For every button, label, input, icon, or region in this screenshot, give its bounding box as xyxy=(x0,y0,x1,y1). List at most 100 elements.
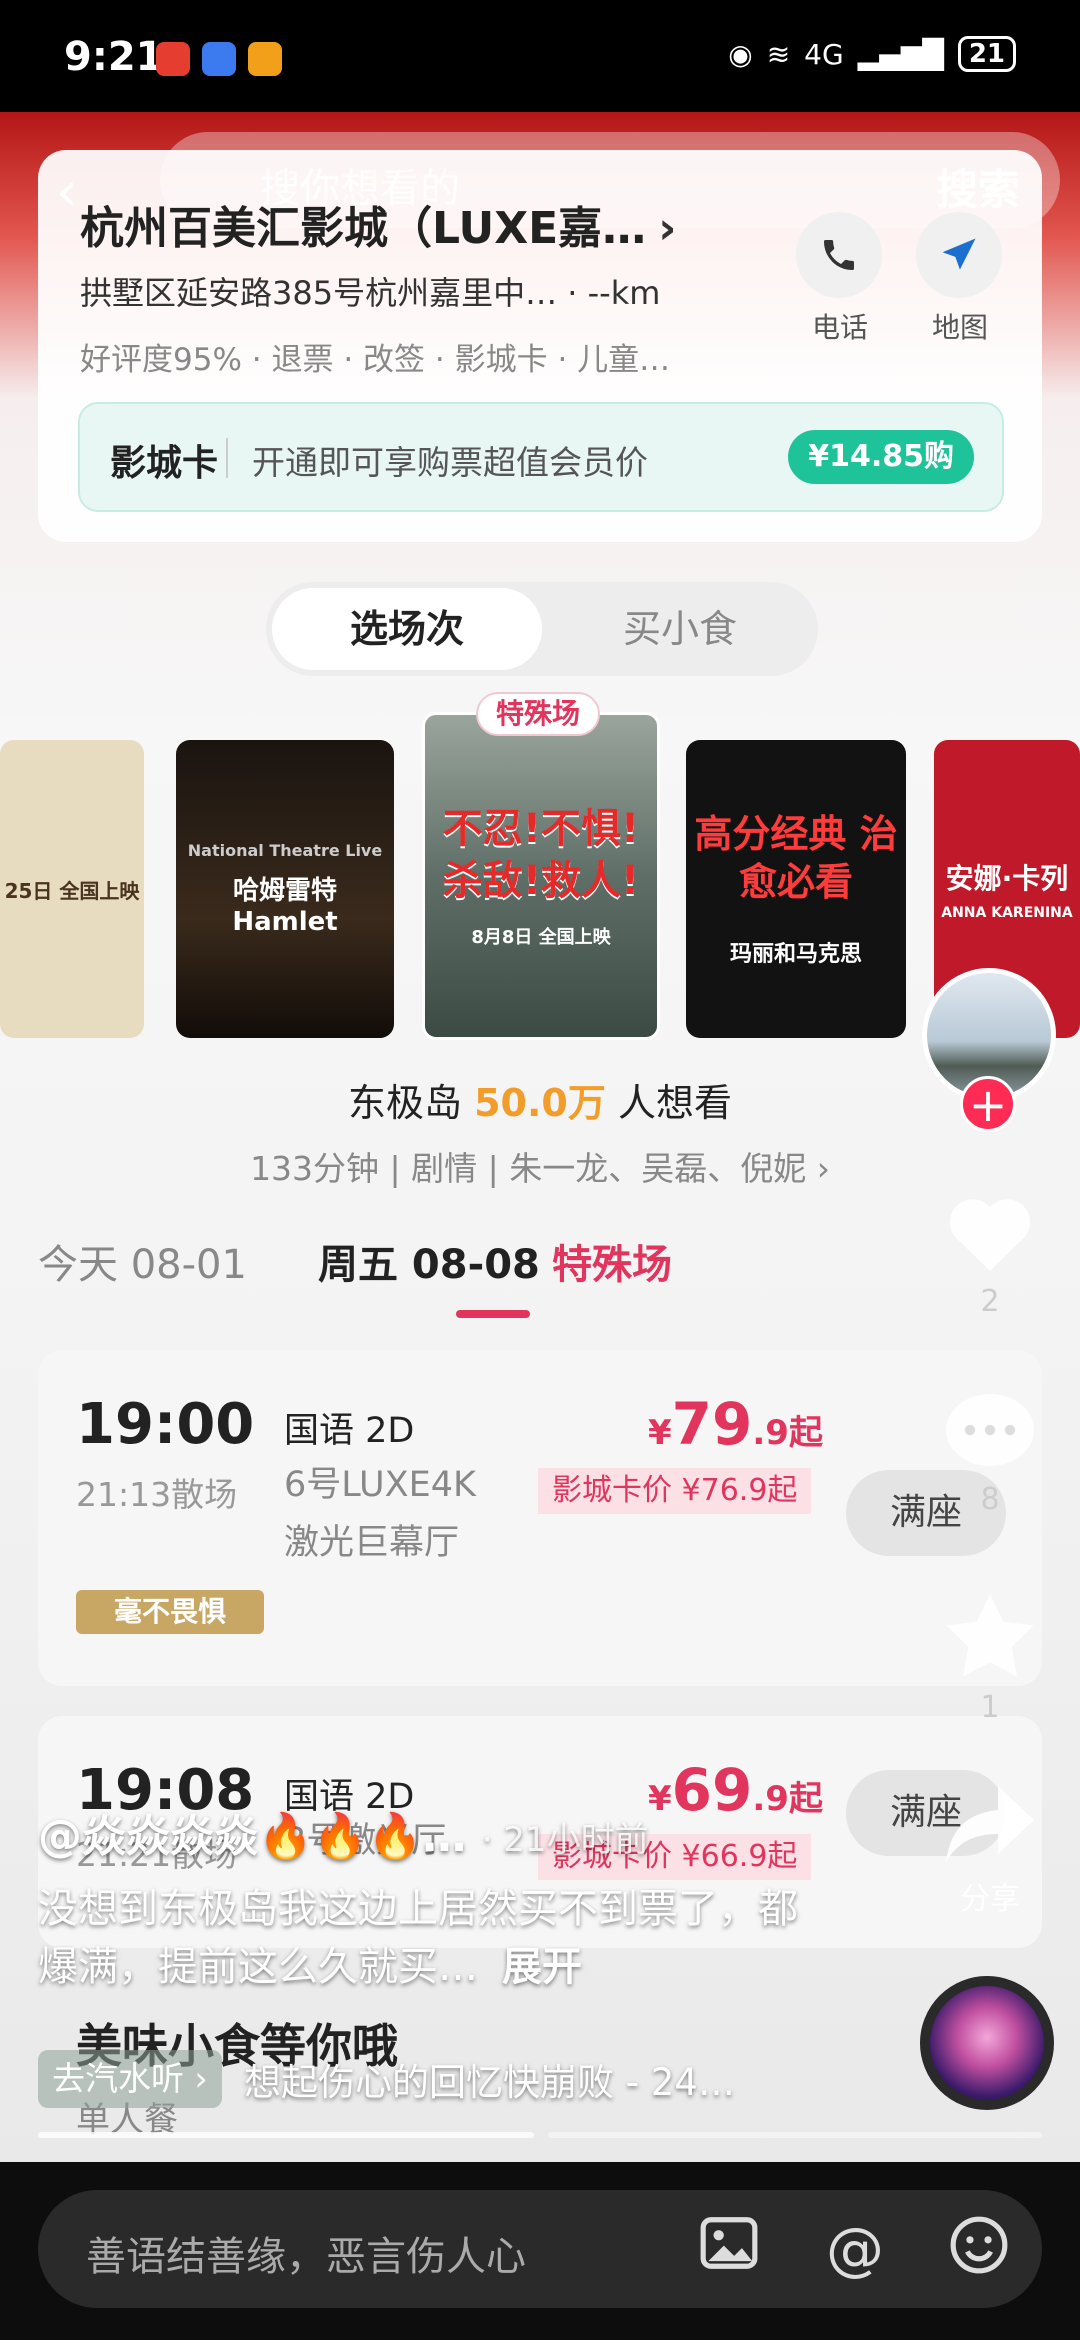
tab-select-show[interactable]: 选场次 xyxy=(272,588,542,670)
want-suffix: 人想看 xyxy=(617,1081,732,1125)
emoji-icon[interactable] xyxy=(944,2214,1014,2284)
special-badge: 特殊场 xyxy=(476,692,600,736)
post-time: · 21小时前 xyxy=(481,1820,649,1860)
poster-sub: 8月8日 全国上映 xyxy=(471,927,611,948)
follow-button[interactable]: + xyxy=(960,1076,1016,1132)
screen: 9:21 ◉ ≋ 4G ▂▄▆█ 21 ‹ 搜你想看的 搜索 杭州百美汇影城（L… xyxy=(0,0,1080,2340)
cinema-name-link[interactable]: 杭州百美汇影城（LUXE嘉… › xyxy=(80,192,676,256)
showtime-hall: 6号LUXE4K xyxy=(284,1465,476,1505)
music-title[interactable]: 想起伤心的回忆快崩败 - 24… xyxy=(244,2052,735,2106)
price-symbol: ¥ xyxy=(648,1779,672,1819)
price-decimal: .9起 xyxy=(752,1413,823,1453)
video-caption: 没想到东极岛我这边上居然买不到票了，都爆满，提前这么久就买… 展开 xyxy=(38,1880,828,1996)
movie-info-link[interactable]: 133分钟 | 剧情 | 朱一龙、吴磊、倪妮 › xyxy=(0,1142,1080,1190)
image-icon[interactable] xyxy=(694,2214,764,2284)
comment-count: 8 xyxy=(980,1482,1000,1517)
vip-card-name: 影城卡 xyxy=(110,443,219,484)
date-special-label: 特殊场 xyxy=(552,1242,672,1288)
poster-text: 25日 全国上映 xyxy=(4,878,140,903)
vip-card-banner[interactable]: 影城卡 开通即可享购票超值会员价 ¥14.85购 xyxy=(78,402,1004,512)
divider xyxy=(226,438,228,478)
phone-button[interactable] xyxy=(796,212,882,298)
expand-button[interactable]: 展开 xyxy=(502,1944,582,1990)
movie-name: 东极岛 xyxy=(348,1081,463,1125)
image-glyph xyxy=(700,2217,758,2269)
status-bar: 9:21 ◉ ≋ 4G ▂▄▆█ 21 xyxy=(0,0,1080,118)
music-notification-icon xyxy=(202,42,236,76)
status-time: 9:21 xyxy=(64,34,164,80)
favorite-button[interactable]: 1 xyxy=(940,1590,1040,1725)
movie-title-line: 东极岛 50.0万 人想看 xyxy=(0,1072,1080,1127)
movie-poster-1[interactable]: 25日 全国上映 xyxy=(0,740,144,1038)
share-icon xyxy=(946,1786,1034,1862)
poster-sub: National Theatre Live xyxy=(187,841,383,860)
like-button[interactable]: 2 xyxy=(940,1186,1040,1319)
emoji-glyph xyxy=(950,2216,1008,2274)
poster-text: 哈姆雷特 Hamlet xyxy=(232,876,338,937)
share-label: 分享 xyxy=(960,1882,1020,1917)
poster-text: 高分经典 治愈必看 xyxy=(694,812,898,904)
poster-text: 安娜·卡列 xyxy=(945,862,1069,895)
date-tab-today[interactable]: 今天 08-01 xyxy=(38,1232,247,1290)
poster-text: 不忍!不惧! 杀敌!救人! xyxy=(442,806,640,904)
at-mention-icon[interactable]: @ xyxy=(820,2214,890,2284)
cinema-tags: 好评度95% · 退票 · 改签 · 影城卡 · 儿童… xyxy=(80,342,671,378)
map-icon xyxy=(942,238,976,270)
cinema-address: 拱墅区延安路385号杭州嘉里中… · --km xyxy=(80,274,661,312)
comment-icon xyxy=(946,1394,1034,1466)
status-right: ◉ ≋ 4G ▂▄▆█ 21 xyxy=(728,36,1016,72)
price-symbol: ¥ xyxy=(648,1413,672,1453)
vip-card-desc: 开通即可享购票超值会员价 xyxy=(252,443,648,482)
price-decimal: .9起 xyxy=(752,1779,823,1819)
showtime-end: 21:13散场 xyxy=(76,1475,238,1514)
map-label: 地图 xyxy=(931,311,988,344)
caption-text: 没想到东极岛我这边上居然买不到票了，都爆满，提前这么久就买… xyxy=(38,1886,798,1990)
map-button[interactable] xyxy=(916,212,1002,298)
author-name: @焱焱焱焱🔥🔥🔥… xyxy=(38,1811,467,1862)
showtime-card[interactable]: 19:00 21:13散场 国语 2D 6号LUXE4K 激光巨幕厅 ¥79.9… xyxy=(38,1350,1042,1686)
app-notification-icon xyxy=(156,42,190,76)
star-icon xyxy=(946,1594,1034,1677)
poster-sub: ANNA KARENINA xyxy=(941,905,1073,921)
price-integer: 69 xyxy=(671,1756,753,1824)
showtime-language: 国语 2D xyxy=(284,1411,415,1451)
showtime-price: ¥69.9起 xyxy=(648,1756,823,1824)
network-label: 4G xyxy=(804,37,844,71)
notification-icons xyxy=(156,42,282,76)
back-icon[interactable]: ‹ xyxy=(56,160,78,223)
movie-poster-3-selected[interactable]: 不忍!不惧! 杀敌!救人! 8月8日 全国上映 xyxy=(422,712,660,1040)
phone-label: 电话 xyxy=(811,311,868,344)
showtime-hall-type: 激光巨幕厅 xyxy=(284,1523,460,1563)
share-button[interactable]: 分享 xyxy=(940,1782,1040,1918)
segment-tabs: 选场次 买小食 xyxy=(266,582,818,676)
date-tab-friday[interactable]: 周五 08-08 xyxy=(318,1232,540,1290)
tab-buy-snacks[interactable]: 买小食 xyxy=(548,588,812,670)
vip-buy-button[interactable]: ¥14.85购 xyxy=(788,430,974,484)
search-button[interactable]: 搜索 xyxy=(936,156,1020,217)
want-count: 50.0万 xyxy=(474,1081,606,1125)
music-disc[interactable] xyxy=(920,1976,1054,2110)
like-count: 2 xyxy=(980,1284,1000,1319)
video-progress[interactable] xyxy=(38,2132,1042,2138)
video-notification-icon xyxy=(248,42,282,76)
movie-poster-2[interactable]: National Theatre Live 哈姆雷特 Hamlet xyxy=(176,740,394,1038)
comment-placeholder: 善语结善缘，恶言伤人心 xyxy=(86,2234,526,2280)
chevron-right-icon: › xyxy=(658,203,677,254)
phone-icon xyxy=(824,240,854,270)
movie-poster-4[interactable]: 高分经典 治愈必看 玛丽和马克思 xyxy=(686,740,906,1038)
showtime-start: 19:00 xyxy=(76,1392,255,1457)
card-price: 影城卡价 ¥76.9起 xyxy=(538,1468,812,1514)
signal-icon: ▂▄▆█ xyxy=(857,37,944,71)
progress-segment-2 xyxy=(548,2132,1042,2138)
date-tab-indicator xyxy=(456,1310,530,1318)
music-app-chip[interactable]: 去汽水听 › xyxy=(38,2050,222,2108)
comment-button[interactable]: 8 xyxy=(940,1390,1040,1517)
poster-sub: 玛丽和马克思 xyxy=(729,942,862,967)
battery-icon: 21 xyxy=(957,36,1016,72)
showtime-price: ¥79.9起 xyxy=(648,1390,823,1458)
wifi-icon: ≋ xyxy=(766,37,791,71)
price-integer: 79 xyxy=(671,1390,753,1458)
author-line[interactable]: @焱焱焱焱🔥🔥🔥… · 21小时前 xyxy=(38,1800,649,1864)
favorite-count: 1 xyxy=(980,1690,1000,1725)
movie-tag-badge: 毫不畏惧 xyxy=(76,1590,264,1634)
